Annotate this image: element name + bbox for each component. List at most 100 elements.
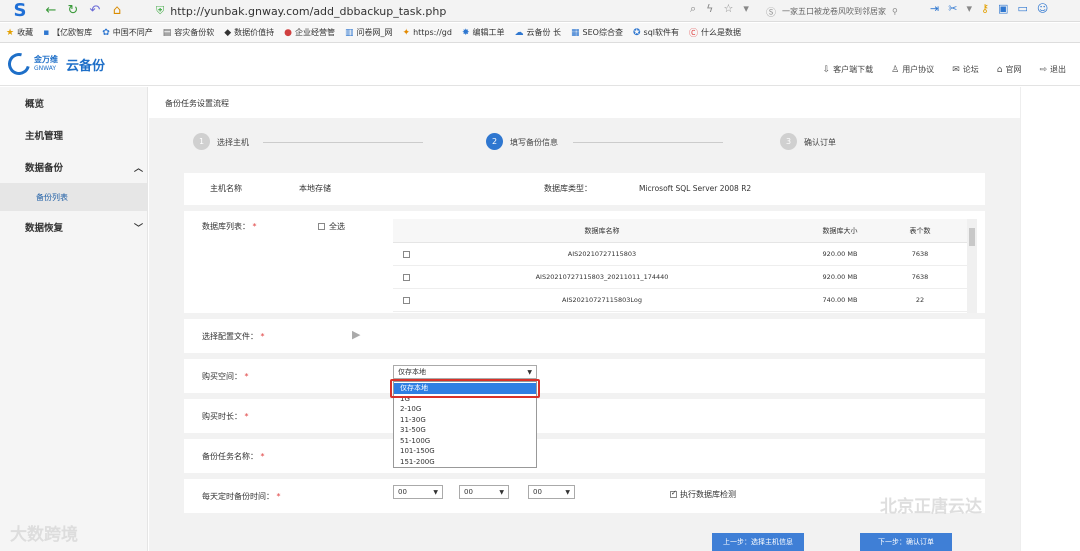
row-checkbox[interactable] <box>402 273 410 281</box>
login-icon[interactable]: ⇥ <box>930 2 939 15</box>
dropdown-option[interactable]: 51-100G <box>394 436 536 447</box>
sidebar-item-data-restore[interactable]: 数据恢复 ﹀ <box>0 211 147 243</box>
database-table: 数据库名称 数据库大小 表个数 AIS20210727115803 920.00… <box>393 219 977 313</box>
dropdown-option[interactable]: 2-10G <box>394 404 536 415</box>
table-row[interactable]: AIS20210727115803 920.00 MB 7638 <box>393 243 977 266</box>
logout-link[interactable]: ⇨ 退出 <box>1039 64 1066 75</box>
bookmark-item[interactable]: ✸ 编辑工单 <box>462 27 505 38</box>
dropdown-option[interactable]: 151-200G <box>394 457 536 468</box>
logo-cn: 金万维 <box>34 55 58 64</box>
bookmark-item[interactable]: ▤ 容灾备份软 <box>163 27 215 38</box>
bookmark-item[interactable]: ✦ https://gd <box>403 28 452 38</box>
watermark-left: 大数跨境 <box>10 525 78 545</box>
caret-down-icon: ▼ <box>499 488 504 496</box>
bookmark-item[interactable]: ★ 收藏 <box>6 27 33 38</box>
chevron-down-icon: ﹀ <box>133 223 143 234</box>
refresh-icon[interactable]: ↻ <box>64 2 82 20</box>
star-icon[interactable]: ☆ <box>723 2 733 16</box>
doc-icon: ▦ <box>571 27 580 38</box>
db-check-checkbox[interactable]: ✓ <box>670 489 677 498</box>
step-connector <box>263 142 423 143</box>
space-select[interactable]: 仅存本地 ▼ <box>393 365 537 379</box>
logo-en: GNWAY <box>34 65 57 72</box>
host-info-row: 主机名称 本地存储 数据库类型： Microsoft SQL Server 20… <box>184 173 985 205</box>
flash-icon[interactable]: ϟ <box>706 2 713 16</box>
search-box[interactable]: Ⓢ 一家五口被龙卷风吹到邻居家 ⚲ <box>766 2 922 20</box>
schedule-label: 每天定时备份时间： * <box>202 492 281 501</box>
back-icon[interactable]: ← <box>42 2 60 20</box>
browser-logo-icon[interactable]: S <box>0 0 40 22</box>
sidebar-item-backup-list[interactable]: 备份列表 <box>0 183 147 211</box>
step-2-circle: 2 <box>486 133 503 150</box>
db-type-label: 数据库类型： <box>544 184 592 193</box>
download-link[interactable]: ⇩ 客户端下载 <box>823 64 874 75</box>
browser-tools: ⇥ ✂ ▾ ⚷ ▣ ▭ ☺ <box>930 2 1048 15</box>
site-icon: ✦ <box>402 27 411 38</box>
caret-right-icon[interactable]: ▶ <box>352 328 360 341</box>
forum-link[interactable]: ✉ 论坛 <box>952 64 979 75</box>
search-suggestion[interactable]: 一家五口被龙卷风吹到邻居家 <box>782 6 886 17</box>
search-engine-icon[interactable]: ⌕ <box>690 2 696 16</box>
bookmark-item[interactable]: Ⓒ 什么是数据 <box>689 26 741 39</box>
search-engine-logo-icon: Ⓢ <box>766 7 776 19</box>
prev-step-button[interactable]: 上一步：选择主机信息 <box>712 533 804 551</box>
table-scrollbar[interactable] <box>967 219 977 313</box>
table-row[interactable]: AIS20210727115803_20211011_174440 920.00… <box>393 266 977 289</box>
highlight-annotation <box>390 379 540 398</box>
select-all-checkbox[interactable] <box>318 223 325 230</box>
bookmark-item[interactable]: ● 企业经营管 <box>284 27 335 38</box>
chevron-down-icon[interactable]: ▾ <box>966 2 972 15</box>
app-icon[interactable]: ▣ <box>998 2 1008 15</box>
row-checkbox[interactable] <box>402 296 410 304</box>
bookmark-item[interactable]: ▪ 【亿欧智库 <box>43 27 92 38</box>
window-icon[interactable]: ▭ <box>1017 2 1027 15</box>
logo-mark-icon <box>3 48 35 80</box>
bookmark-item[interactable]: ▥ 问卷网_网 <box>345 27 393 38</box>
row-checkbox[interactable] <box>402 250 410 258</box>
bookmark-item[interactable]: ◆ 数据价值持 <box>224 27 274 38</box>
user-icon[interactable]: ☺ <box>1037 2 1048 15</box>
undo-icon[interactable]: ↶ <box>86 2 104 20</box>
address-bar[interactable]: ⛨ http://yunbak.gnway.com/add_dbbackup_t… <box>156 2 750 20</box>
dropdown-option[interactable]: 101-150G <box>394 446 536 457</box>
home-icon: ⌂ <box>996 64 1003 75</box>
bookmark-item[interactable]: ✿ 中国不同产 <box>102 27 153 38</box>
config-row: 选择配置文件： * ▶ <box>184 319 985 353</box>
select-all[interactable]: 全选 <box>318 221 345 232</box>
step-3-label: 确认订单 <box>804 138 836 147</box>
right-gutter <box>1020 87 1080 551</box>
second-select[interactable]: 00 ▼ <box>528 485 575 499</box>
host-name-label: 主机名称 <box>210 184 242 193</box>
sidebar-item-host-management[interactable]: 主机管理 <box>0 119 147 151</box>
minute-select[interactable]: 00 ▼ <box>459 485 509 499</box>
site-icon: ◆ <box>224 27 232 38</box>
agreement-link[interactable]: ♙ 用户协议 <box>891 64 934 75</box>
sidebar-item-data-backup[interactable]: 数据备份 ︿ <box>0 151 147 183</box>
dropdown-option[interactable]: 31-50G <box>394 425 536 436</box>
table-row[interactable]: AIS20210727115803Log 740.00 MB 22 <box>393 289 977 312</box>
key-icon[interactable]: ⚷ <box>981 2 989 15</box>
brand-logo[interactable]: 金万维 GNWAY 云备份 <box>3 48 105 80</box>
search-icon[interactable]: ⚲ <box>892 7 898 16</box>
website-link[interactable]: ⌂ 官网 <box>997 64 1022 75</box>
main-content: 备份任务设置流程 1 选择主机 2 填写备份信息 3 确认订单 主机名称 本地存… <box>149 87 1020 551</box>
chevron-down-icon[interactable]: ▾ <box>743 2 749 16</box>
home-icon[interactable]: ⌂ <box>108 2 126 20</box>
scissors-icon[interactable]: ✂ <box>948 2 957 15</box>
task-name-row: 备份任务名称： * <box>184 439 985 473</box>
bookmark-item[interactable]: ▦ SEO综合查 <box>571 27 623 38</box>
bookmark-item[interactable]: ☁ 云备份 长 <box>514 27 561 38</box>
site-icon: Ⓒ <box>689 29 699 39</box>
bookmarks-bar: ★ 收藏 ▪ 【亿欧智库 ✿ 中国不同产 ▤ 容灾备份软 ◆ 数据价值持 ● 企业经营管 ▥… <box>0 23 1080 43</box>
scroll-thumb[interactable] <box>969 228 975 246</box>
hour-select[interactable]: 00 ▼ <box>393 485 443 499</box>
url-text[interactable]: http://yunbak.gnway.com/add_dbbackup_tas… <box>170 5 446 18</box>
bookmark-item[interactable]: ✪ sql软件有 <box>633 27 679 38</box>
next-step-button[interactable]: 下一步：确认订单 <box>860 533 952 551</box>
space-label: 购买空间： * <box>202 372 249 381</box>
dropdown-option[interactable]: 11-30G <box>394 415 536 426</box>
db-check-option[interactable]: ✓ 执行数据库检测 <box>670 489 736 500</box>
sidebar-item-overview[interactable]: 概览 <box>0 87 147 119</box>
db-list-label: 数据库列表： * <box>202 222 257 231</box>
address-bar-icons: ⌕ ϟ ☆ ▾ <box>690 2 749 16</box>
